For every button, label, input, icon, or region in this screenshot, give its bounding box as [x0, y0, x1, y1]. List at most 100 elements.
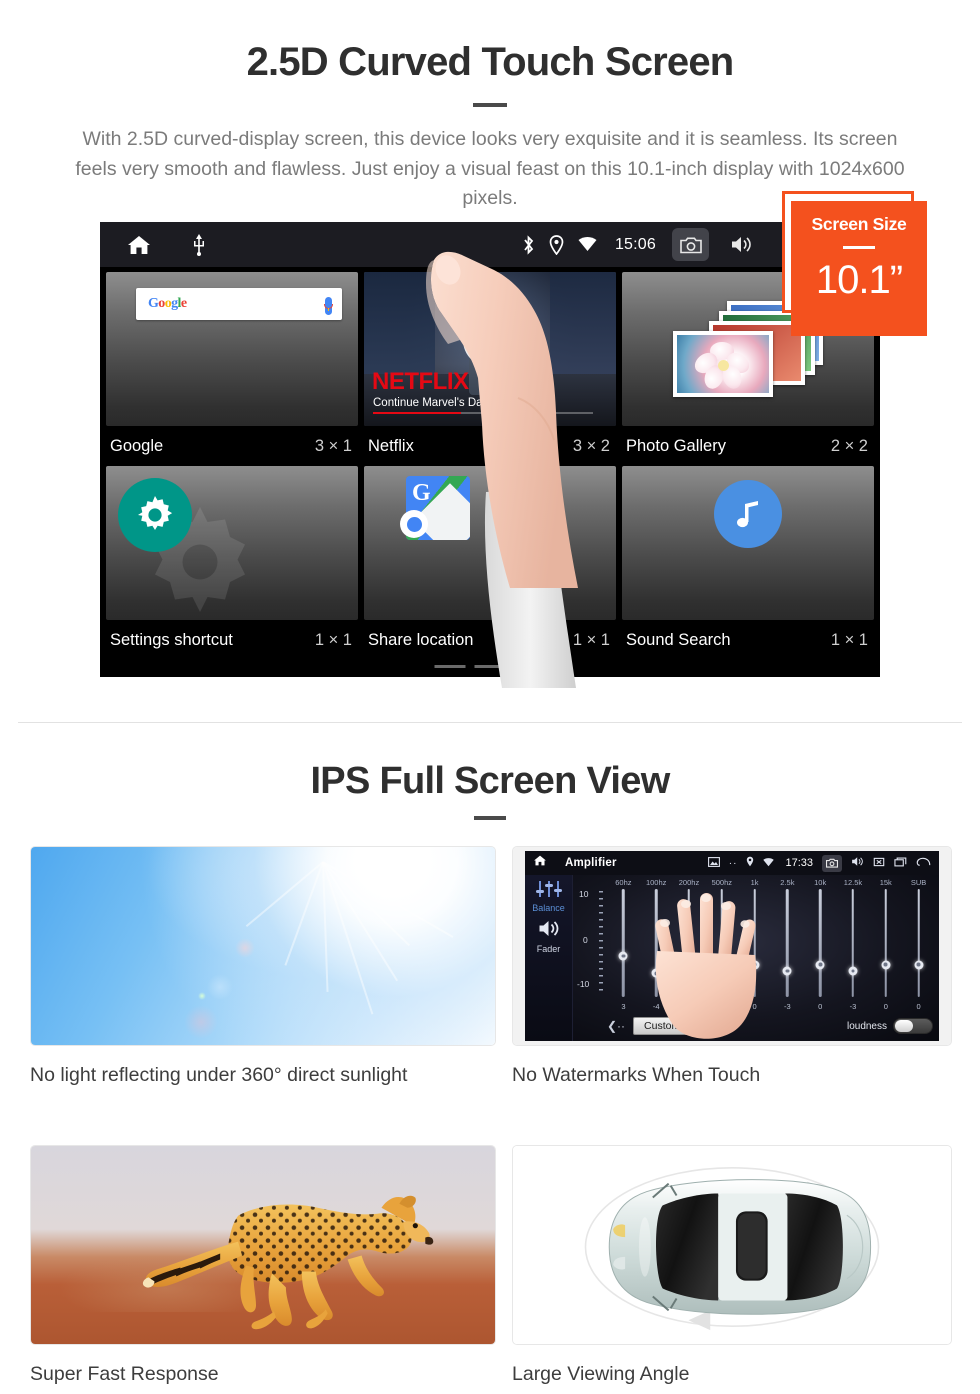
eq-slider[interactable]	[869, 889, 902, 997]
eq-value: -3	[784, 1002, 791, 1011]
usb-icon	[192, 233, 206, 256]
frequency-label: SUB	[910, 878, 927, 887]
location-icon	[746, 854, 754, 872]
amplifier-fader-label[interactable]: Fader	[525, 944, 572, 954]
loudness-toggle[interactable]	[893, 1018, 933, 1034]
widget-label-settings: Settings shortcut 1 × 1	[106, 620, 358, 660]
eq-slider[interactable]	[607, 889, 640, 997]
section1-title: 2.5D Curved Touch Screen	[246, 40, 735, 84]
open-hand-illustration	[655, 893, 757, 1039]
feature-card-fast-response: Super Fast Response	[0, 1145, 496, 1386]
feature-caption: No light reflecting under 360° direct su…	[30, 1064, 408, 1086]
back-arrow-icon[interactable]	[916, 854, 931, 872]
widget-name: Netflix	[368, 436, 414, 455]
widget-row-2: Settings shortcut 1 × 1 G Share location	[106, 466, 874, 660]
car-body	[608, 1179, 872, 1315]
speaker-icon[interactable]	[537, 919, 561, 943]
volume-icon[interactable]	[851, 854, 864, 872]
frequency-label: 60hz	[615, 878, 632, 887]
widget-card-sound-search[interactable]: Sound Search 1 × 1	[622, 466, 874, 660]
google-logo: Google	[148, 296, 187, 311]
eq-value: 0	[818, 1002, 823, 1011]
page-dot[interactable]	[434, 665, 466, 668]
device-home-screen-screenshot: 15:06 Google Google 3 × 1 NETFLIX Contin…	[100, 222, 880, 677]
widget-size: 1 × 1	[314, 630, 352, 649]
page-dot[interactable]	[474, 665, 506, 668]
home-icon[interactable]	[533, 854, 547, 872]
widget-picker-grid: Google Google 3 × 1 NETFLIX Continue Mar…	[100, 267, 880, 660]
feature-card-viewing-angle: Large Viewing Angle	[490, 1145, 980, 1386]
feature-image-cheetah	[30, 1145, 496, 1345]
amplifier-clock: 17:33	[785, 857, 813, 869]
widget-size: 1 × 1	[830, 630, 868, 649]
eq-slider[interactable]	[837, 889, 870, 997]
widget-card-share-location[interactable]: G Share location 1 × 1	[364, 466, 616, 660]
amplifier-balance-label[interactable]: Balance	[525, 903, 572, 913]
widget-label-share-location: Share location 1 × 1	[364, 620, 616, 660]
widget-preview-sound-search	[622, 466, 874, 620]
equalizer-icon[interactable]	[535, 881, 562, 901]
device-status-bar: 15:06	[100, 222, 880, 267]
gallery-icon[interactable]	[707, 854, 720, 872]
feature-card-row-2: Super Fast Response Large Viewing Angle	[0, 1145, 980, 1386]
widget-name: Sound Search	[626, 630, 731, 649]
google-search-bar[interactable]: Google	[136, 288, 342, 320]
amplifier-screen: Amplifier ·· 17:33 Balance Fader 10 0 -1…	[525, 851, 939, 1041]
frequency-label: 12.5k	[843, 878, 863, 887]
status-bar-clock: 15:06	[614, 235, 656, 253]
play-icon[interactable]	[463, 312, 517, 367]
widget-card-settings-shortcut[interactable]: Settings shortcut 1 × 1	[106, 466, 358, 660]
eq-value: 0	[883, 1002, 888, 1011]
netflix-brand: NETFLIX	[372, 368, 469, 395]
frequency-label: 2.5k	[780, 878, 795, 887]
page-dot-active[interactable]	[514, 665, 546, 668]
eq-slider[interactable]	[771, 889, 804, 997]
frequency-label: 15k	[879, 878, 892, 887]
widget-name: Share location	[368, 630, 474, 649]
eq-slider[interactable]	[902, 889, 935, 997]
cheetah-silhouette	[142, 1195, 434, 1330]
home-icon[interactable]	[126, 233, 152, 257]
loudness-label: loudness	[846, 1020, 887, 1032]
recents-icon[interactable]	[894, 854, 907, 872]
section2-title: IPS Full Screen View	[310, 760, 670, 802]
amplifier-status-bar: Amplifier ·· 17:33	[525, 851, 939, 875]
mute-icon[interactable]	[873, 854, 885, 872]
microphone-icon[interactable]	[324, 297, 333, 315]
widget-card-google[interactable]: Google Google 3 × 1	[106, 272, 358, 466]
widget-size: 3 × 1	[314, 436, 352, 455]
widget-preview-share-location: G	[364, 466, 616, 620]
widget-label-netflix: Netflix 3 × 2	[364, 426, 616, 466]
camera-icon[interactable]	[822, 854, 842, 872]
screen-size-badge-value: 10.1”	[815, 258, 903, 302]
page-indicator-dots[interactable]	[434, 665, 546, 668]
feature-card-no-watermarks: Amplifier ·· 17:33 Balance Fader 10 0 -1…	[490, 846, 980, 1087]
amplifier-scale-top: 10	[579, 889, 589, 899]
netflix-subtitle: Continue Marvel's Daredevil	[373, 397, 517, 409]
camera-icon[interactable]	[672, 228, 709, 261]
feature-card-grid: No light reflecting under 360° direct su…	[0, 846, 980, 1386]
screen-size-badge-label: Screen Size	[811, 214, 907, 234]
widget-card-netflix[interactable]: NETFLIX Continue Marvel's Daredevil Netf…	[364, 272, 616, 466]
wifi-icon	[578, 237, 597, 252]
bluetooth-icon	[522, 234, 535, 255]
section1-title-underline	[473, 103, 507, 107]
feature-caption: Super Fast Response	[30, 1363, 219, 1385]
widget-name: Google	[110, 436, 164, 455]
section-curved-touch-screen: 2.5D Curved Touch Screen With 2.5D curve…	[0, 0, 980, 214]
person-pin-icon	[400, 510, 428, 538]
eq-slider[interactable]	[804, 889, 837, 997]
chevron-left-icon[interactable]: ❮··	[607, 1019, 625, 1033]
location-icon	[549, 234, 564, 255]
feature-caption: No Watermarks When Touch	[512, 1064, 761, 1086]
widget-label-sound-search: Sound Search 1 × 1	[622, 620, 874, 660]
screen-size-badge: Screen Size 10.1”	[791, 201, 927, 336]
feature-card-sunlight: No light reflecting under 360° direct su…	[0, 846, 496, 1087]
frequency-label: 10k	[814, 878, 827, 887]
more-icon[interactable]: ··	[729, 858, 738, 869]
car-top-view-diagram	[584, 1166, 880, 1331]
music-note-icon	[714, 480, 782, 548]
widget-size: 2 × 2	[830, 436, 868, 455]
loudness-control[interactable]: loudness	[847, 1018, 933, 1034]
volume-icon[interactable]	[723, 228, 760, 261]
